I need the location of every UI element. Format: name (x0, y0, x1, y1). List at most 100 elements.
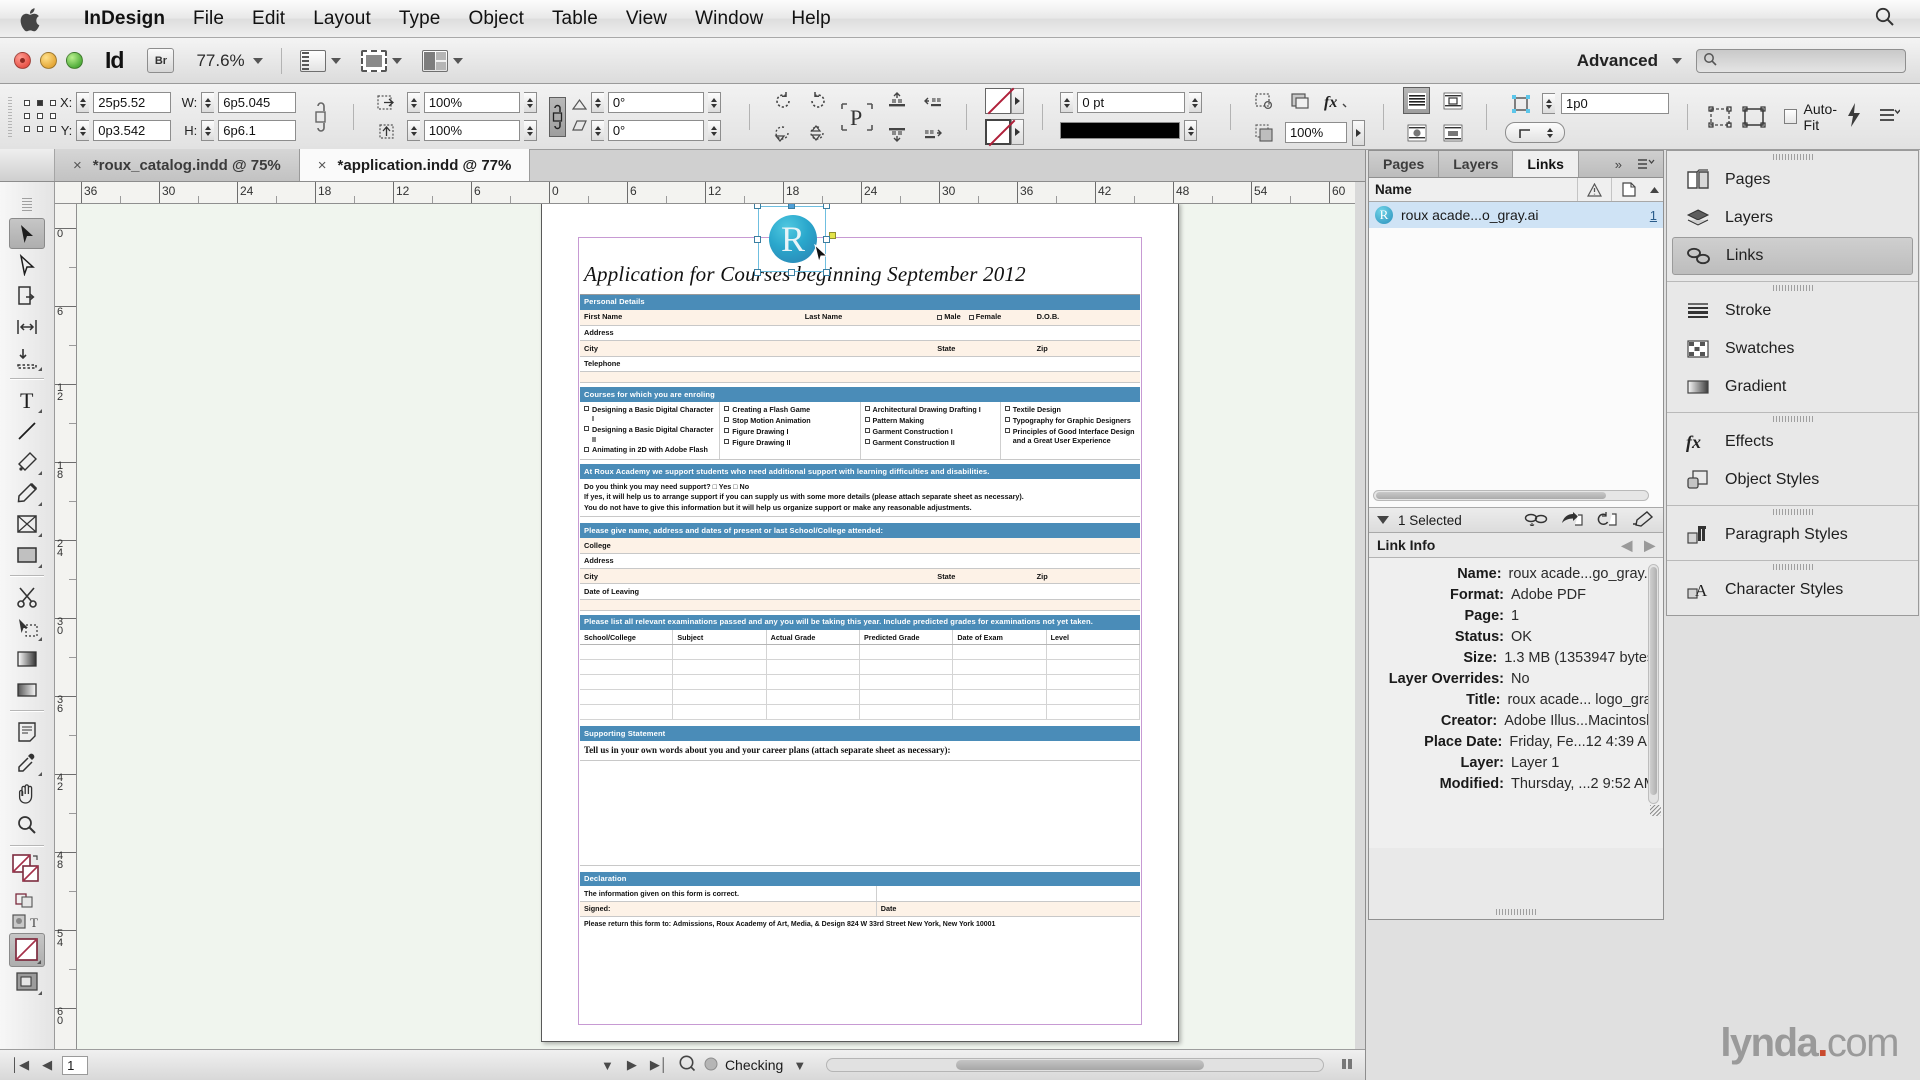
go-to-link-icon[interactable] (1561, 511, 1585, 530)
distribute-left-icon[interactable] (919, 87, 946, 114)
rotation-angle-input[interactable]: 0° (607, 92, 704, 113)
rotate-90-cw-icon[interactable] (804, 87, 831, 114)
note-tool-icon[interactable] (9, 716, 45, 747)
scale-y-dropdown[interactable] (523, 120, 537, 141)
select-container-icon[interactable] (1251, 87, 1278, 114)
first-page-icon[interactable]: │◀ (8, 1057, 32, 1073)
fill-swatch-dropdown[interactable] (1010, 88, 1024, 114)
menu-help[interactable]: Help (777, 8, 844, 30)
scale-x-stepper[interactable] (406, 92, 420, 113)
stroke-weight-dropdown[interactable] (1189, 92, 1203, 113)
selected-logo-frame[interactable]: R (754, 204, 836, 276)
pen-tool-icon[interactable] (9, 446, 45, 477)
arrange-documents-button[interactable] (421, 49, 463, 72)
list-item[interactable]: R roux acade...o_gray.ai 1 (1369, 202, 1663, 228)
apply-none-icon[interactable] (9, 933, 45, 967)
links-page-column-page-icon[interactable] (1611, 178, 1645, 201)
scale-y-stepper[interactable] (406, 120, 420, 141)
formatting-affects-text-icon[interactable]: T (9, 911, 45, 933)
corner-radius-handle[interactable] (829, 232, 836, 239)
apple-logo-icon[interactable] (20, 6, 44, 32)
link-info-scrollbar[interactable] (1648, 564, 1659, 804)
close-icon[interactable]: × (318, 157, 327, 174)
wrap-object-shape-icon[interactable] (1403, 119, 1430, 146)
tab-pages[interactable]: Pages (1369, 151, 1440, 177)
preflight-chevron-down-icon[interactable]: ▼ (790, 1058, 809, 1073)
fill-frame-proportionally-icon[interactable] (1741, 103, 1766, 130)
x-input[interactable]: 25p5.52 (93, 92, 172, 113)
rectangle-tool-icon[interactable] (9, 539, 45, 570)
auto-fit-checkbox[interactable] (1783, 109, 1797, 124)
resize-handle-tr[interactable] (823, 204, 830, 209)
menu-view[interactable]: View (612, 8, 681, 30)
view-options-button[interactable] (299, 49, 341, 72)
selection-tool-icon[interactable] (9, 218, 45, 249)
wrap-none-icon[interactable] (1403, 87, 1431, 114)
rotate-stepper[interactable] (590, 92, 604, 113)
rotation-dropdown[interactable] (707, 92, 721, 113)
stroke-weight-input[interactable]: 0 pt (1077, 92, 1186, 113)
rectangle-frame-tool-icon[interactable] (9, 508, 45, 539)
stroke-weight-stepper[interactable] (1060, 92, 1074, 113)
direct-selection-tool-icon[interactable] (9, 249, 45, 280)
h-stepper[interactable] (201, 120, 215, 141)
stroke-color-none-swatch[interactable] (984, 119, 1011, 145)
sidebar-item-links[interactable]: Links (1672, 237, 1913, 275)
document-page[interactable]: Application for Courses beginning Septem… (541, 204, 1179, 1042)
h-input[interactable]: 6p6.1 (218, 120, 297, 141)
close-window-button[interactable] (14, 52, 31, 69)
close-icon[interactable]: × (73, 157, 82, 174)
effects-fx-icon[interactable]: fx (1323, 87, 1350, 114)
sidebar-item-stroke[interactable]: Stroke (1667, 292, 1918, 330)
links-name-column[interactable]: Name (1375, 182, 1412, 197)
opacity-dropdown[interactable] (1351, 119, 1365, 146)
corner-shape-select[interactable] (1505, 122, 1566, 143)
x-stepper[interactable] (76, 92, 90, 113)
y-stepper[interactable] (76, 120, 90, 141)
chevron-down-icon[interactable] (391, 57, 402, 64)
type-tool-icon[interactable]: T (9, 384, 45, 415)
link-info-header[interactable]: Link Info ◀ ▶ (1369, 533, 1663, 558)
view-mode-icon[interactable] (9, 967, 45, 997)
shear-angle-input[interactable]: 0° (607, 120, 704, 141)
next-link-icon[interactable]: ▶ (1644, 537, 1655, 554)
sidebar-item-gradient[interactable]: Gradient (1667, 368, 1918, 406)
menu-indesign[interactable]: InDesign (70, 8, 179, 30)
page-number-input[interactable]: 1 (62, 1055, 89, 1075)
rotate-90-ccw-icon[interactable] (769, 87, 796, 114)
flip-vertical-icon[interactable] (804, 119, 831, 146)
last-page-icon[interactable]: ▶│ (647, 1057, 671, 1073)
zoom-level-value[interactable]: 77.6% (196, 51, 244, 71)
flip-horizontal-icon[interactable] (769, 119, 796, 146)
resize-handle-tl[interactable] (754, 204, 761, 209)
free-transform-tool-icon[interactable] (9, 612, 45, 643)
shear-dropdown[interactable] (707, 120, 721, 141)
eyedropper-tool-icon[interactable] (9, 747, 45, 778)
menu-window[interactable]: Window (681, 8, 777, 30)
links-status-column-warning-icon[interactable] (1577, 178, 1611, 201)
panel-bottom-grip[interactable] (1496, 909, 1536, 915)
group-grip[interactable] (1772, 285, 1813, 291)
resize-handle-br[interactable] (823, 269, 830, 276)
tab-roux-catalog[interactable]: × *roux_catalog.indd @ 75% (55, 149, 300, 181)
chevron-down-icon[interactable] (330, 57, 341, 64)
stroke-style-swatch[interactable] (1060, 122, 1181, 139)
w-input[interactable]: 6p5.045 (218, 92, 297, 113)
screen-mode-button[interactable] (360, 49, 402, 72)
resize-handle-tc[interactable] (788, 204, 795, 209)
fill-color-none-swatch[interactable] (984, 88, 1011, 114)
drop-shadow-icon[interactable] (1251, 119, 1278, 146)
align-bottom-icon[interactable] (883, 119, 910, 146)
w-stepper[interactable] (201, 92, 215, 113)
next-page-icon[interactable]: ▶ (624, 1057, 640, 1073)
content-collector-tool-icon[interactable] (9, 342, 45, 373)
workspace-switcher-label[interactable]: Advanced (1577, 51, 1658, 71)
line-tool-icon[interactable] (9, 415, 45, 446)
horizontal-scrollbar[interactable] (826, 1058, 1324, 1072)
resize-handle-bl[interactable] (754, 269, 761, 276)
sidebar-item-object-styles[interactable]: Object Styles (1667, 461, 1918, 499)
fill-stroke-icon[interactable] (9, 851, 45, 889)
constrain-proportions-icon[interactable] (312, 101, 329, 132)
panel-menu-icon[interactable] (1629, 151, 1663, 177)
help-search-input[interactable] (1696, 48, 1906, 73)
